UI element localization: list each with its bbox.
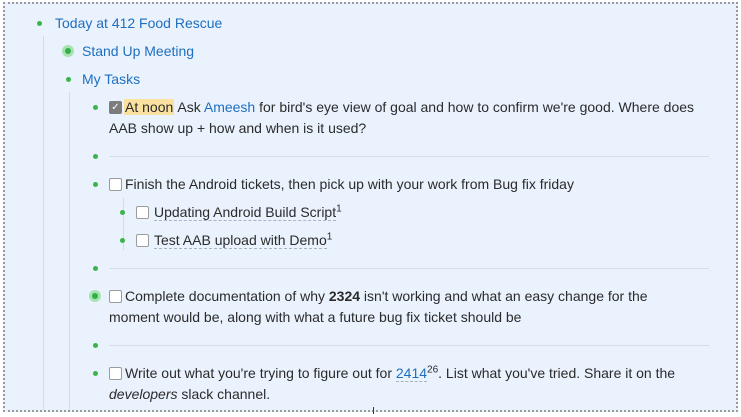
ticket-count: 26 [427, 364, 439, 376]
bullet-icon[interactable] [93, 343, 98, 348]
task-text-pre: Ask [177, 99, 204, 115]
subtask-count: 1 [326, 231, 333, 243]
task-text-pre: Complete documentation of why [125, 288, 329, 304]
bullet-icon[interactable] [37, 21, 42, 26]
indent-guide [69, 92, 70, 410]
bullet-icon[interactable] [93, 266, 98, 271]
bullet-icon[interactable] [93, 371, 98, 376]
ticket-link[interactable]: 2414 [395, 365, 428, 382]
subtask-checkbox[interactable] [136, 206, 149, 219]
subtask-text: Updating Android Build Script1 [154, 202, 342, 223]
subtask-count: 1 [336, 203, 342, 215]
task-text: Write out what you're trying to figure o… [125, 363, 675, 384]
subtask-text: Test AAB upload with Demo1 [154, 230, 332, 251]
indent-guide [43, 36, 44, 410]
checked-checkbox[interactable]: ✓ [109, 101, 122, 114]
bullet-icon[interactable] [62, 45, 74, 57]
bullet-icon[interactable] [89, 290, 101, 302]
bullet-icon[interactable] [66, 77, 71, 82]
task-text: At noon Ask Ameesh for bird's eye view o… [124, 97, 694, 118]
bullet-icon[interactable] [93, 154, 98, 159]
mention-link[interactable]: Ameesh [204, 99, 255, 115]
task-checkbox[interactable] [109, 290, 122, 303]
subtask-checkbox[interactable] [136, 234, 149, 247]
task-text-rest: . List what you've tried. Share it on th… [438, 365, 676, 381]
bullet-icon[interactable] [93, 182, 98, 187]
task-checkbox[interactable] [109, 367, 122, 380]
task-text-rest: slack channel. [177, 386, 271, 402]
subtask-label[interactable]: Test AAB upload with Demo [154, 232, 327, 249]
bullet-icon[interactable] [120, 210, 125, 215]
outline-panel [3, 2, 738, 412]
task-text: Finish the Android tickets, then pick up… [125, 176, 574, 192]
task-text-pre: Write out what you're trying to figure o… [125, 365, 396, 381]
time-highlight: At noon [124, 99, 175, 115]
task-text-line2: AAB show up + how and when is it used? [109, 120, 367, 136]
empty-item-divider [109, 345, 709, 346]
task-text: Complete documentation of why 2324 isn't… [125, 286, 648, 307]
bullet-icon[interactable] [93, 105, 98, 110]
root-item-label[interactable]: Today at 412 Food Rescue [55, 13, 222, 34]
ticket-number: 2324 [328, 288, 361, 304]
empty-item-divider [109, 156, 709, 157]
my-tasks-item-label[interactable]: My Tasks [82, 69, 140, 90]
text-cursor-icon: I [372, 406, 375, 417]
task-text-line2: developers slack channel. [109, 384, 270, 405]
task-text-rest: for bird's eye view of goal and how to c… [255, 99, 695, 115]
bullet-icon[interactable] [120, 238, 125, 243]
channel-name: developers [109, 386, 178, 402]
standup-item-label[interactable]: Stand Up Meeting [82, 41, 194, 62]
subtask-label[interactable]: Updating Android Build Script [154, 204, 337, 221]
task-text-line2: moment would be, along with what a futur… [109, 309, 522, 325]
empty-item-divider [109, 268, 709, 269]
task-text-rest: isn't working and what an easy change fo… [360, 288, 648, 304]
task-checkbox[interactable] [109, 178, 122, 191]
